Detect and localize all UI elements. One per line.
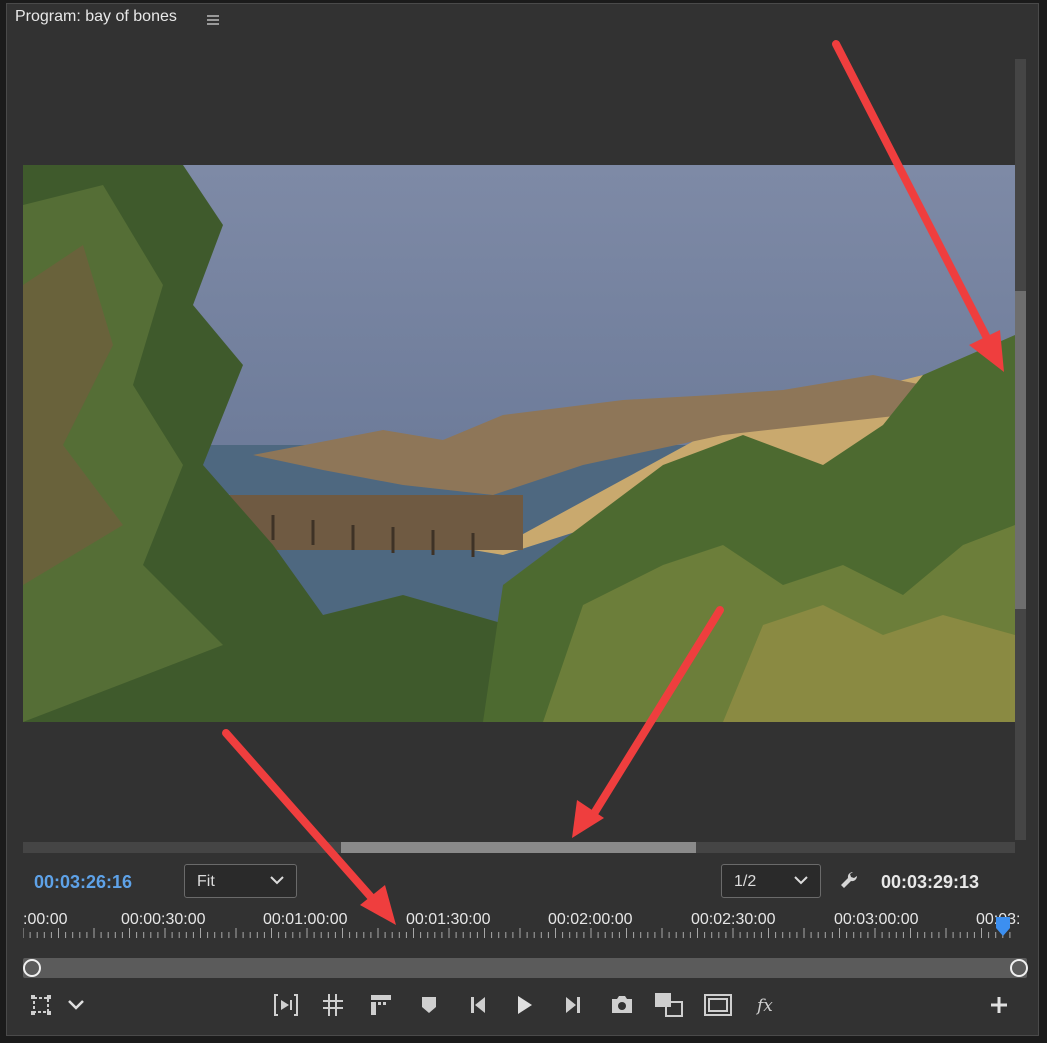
ruler-ticks [23,928,1011,938]
play-icon[interactable] [516,995,534,1015]
zoom-level-dropdown[interactable]: Fit [184,864,297,898]
ruler-label: :00:00 [23,911,68,928]
compare-view-icon[interactable] [654,992,684,1018]
ruler-label: 00:03:00:00 [834,911,919,928]
horizontal-scrollbar-thumb[interactable] [341,842,696,853]
vertical-scrollbar-thumb[interactable] [1015,291,1026,609]
svg-text:fx: fx [756,996,773,1016]
zoom-handle-right[interactable] [1010,959,1028,977]
step-forward-icon[interactable] [562,996,582,1014]
zoom-level-value: Fit [197,873,215,890]
mark-in-out-icon[interactable] [272,993,300,1017]
chevron-down-icon [794,876,808,885]
current-timecode[interactable]: 00:03:26:16 [34,872,132,893]
ruler-label: 00:02:00:00 [548,911,633,928]
step-back-icon[interactable] [469,996,489,1014]
video-frame [23,165,1015,722]
camera-icon[interactable] [610,994,634,1014]
chevron-down-icon [270,876,284,885]
overlay-icon[interactable] [704,994,732,1016]
add-marker-icon[interactable] [421,996,437,1014]
chevron-down-icon[interactable] [68,1000,84,1010]
timeline-zoom-bar[interactable] [23,958,1027,978]
video-image [23,165,1015,722]
duration-timecode: 00:03:29:13 [881,872,980,892]
playback-resolution-value: 1/2 [734,873,757,890]
panel-title[interactable]: Program: bay of bones [15,8,177,26]
wrench-icon[interactable] [838,869,862,893]
ruler-label: 00:01:00:00 [263,911,348,928]
zoom-handle-left[interactable] [23,959,41,977]
grid-icon[interactable] [322,993,344,1017]
ruler-label: 00:01:30:00 [406,911,491,928]
playhead[interactable] [995,917,1011,937]
playback-resolution-dropdown[interactable]: 1/2 [721,864,821,898]
ruler-label: 00:02:30:00 [691,911,776,928]
ruler-label: 00:00:30:00 [121,911,206,928]
plus-icon[interactable] [990,996,1008,1014]
insert-icon[interactable] [369,993,393,1017]
safe-margins-icon[interactable] [30,994,52,1016]
fx-icon[interactable]: fx [756,994,778,1016]
hamburger-icon[interactable] [207,15,219,25]
